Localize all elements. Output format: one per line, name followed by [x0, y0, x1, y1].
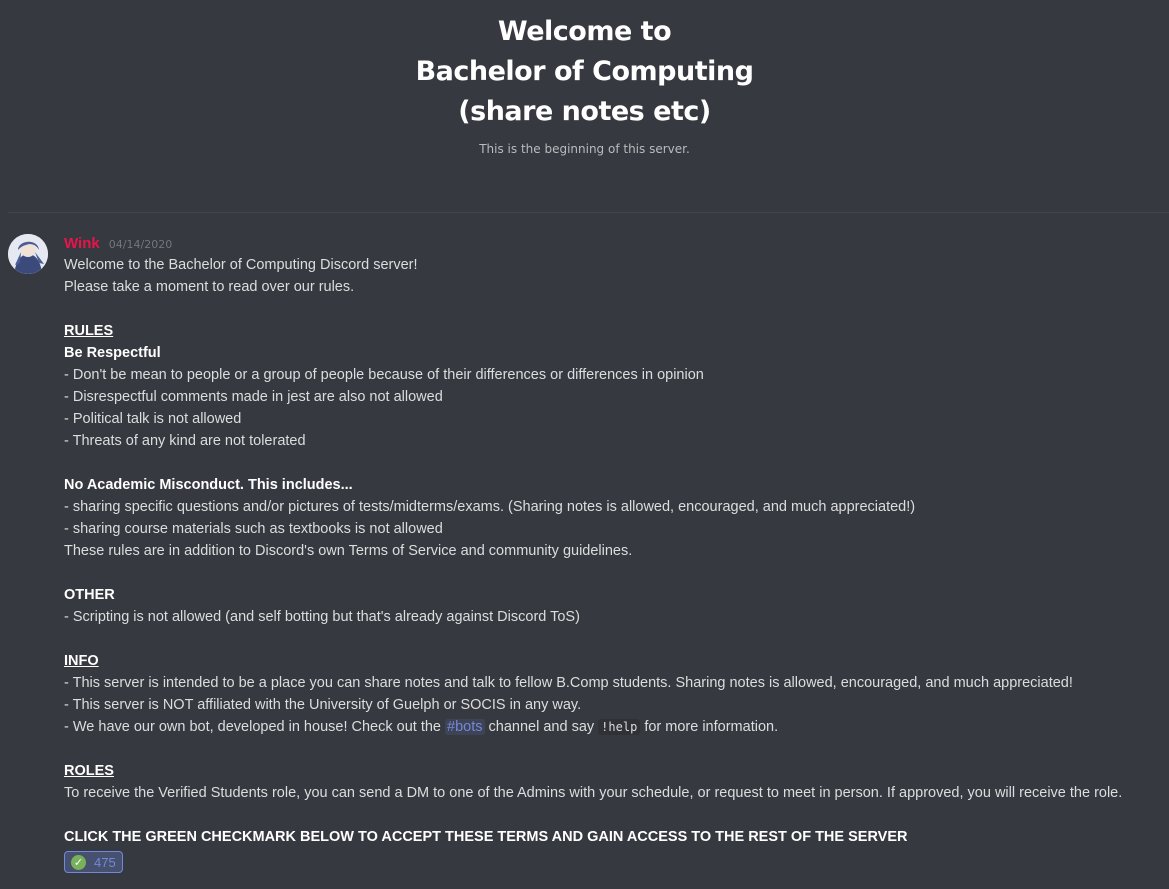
message-line: - Threats of any kind are not tolerated [64, 433, 306, 449]
message-line: - Political talk is not allowed [64, 411, 242, 427]
roles-heading-text: ROLES [64, 763, 114, 779]
channel-mention-bots[interactable]: #bots [445, 719, 485, 735]
author-name[interactable]: Wink [64, 235, 100, 252]
message-line-bot-info: - We have our own bot, developed in hous… [64, 716, 1164, 738]
message-line: - Scripting is not allowed (and self bot… [64, 609, 580, 625]
message-text: - We have our own bot, developed in hous… [64, 719, 446, 735]
message-line: Welcome to the Bachelor of Computing Dis… [64, 257, 418, 273]
rules-heading: RULES [64, 320, 1164, 342]
reaction-check-button[interactable]: ✓ 475 [64, 851, 123, 873]
message-header: Wink 04/14/2020 [64, 232, 1164, 254]
message-body: Wink 04/14/2020 Welcome to the Bachelor … [64, 232, 1164, 873]
rules-heading-text: RULES [64, 323, 114, 339]
other-heading-text: OTHER [64, 587, 115, 603]
roles-heading: ROLES [64, 760, 1164, 782]
reaction-count: 475 [94, 854, 116, 870]
cta-line: CLICK THE GREEN CHECKMARK BELOW TO ACCEP… [64, 826, 1164, 848]
other-heading: OTHER [64, 584, 1164, 606]
message-line: - Don't be mean to people or a group of … [64, 367, 704, 383]
academic-heading-text: No Academic Misconduct. This includes... [64, 477, 353, 493]
white-check-mark-icon: ✓ [71, 854, 86, 870]
message-line: - This server is NOT affiliated with the… [64, 697, 582, 713]
avatar-image-icon [8, 234, 48, 274]
message-line: To receive the Verified Students role, y… [64, 785, 1123, 801]
divider [8, 212, 1169, 213]
welcome-subtitle: This is the beginning of this server. [479, 142, 690, 156]
be-respectful-heading: Be Respectful [64, 342, 1164, 364]
academic-heading: No Academic Misconduct. This includes... [64, 474, 1164, 496]
welcome-title-line: Bachelor of Computing [415, 56, 754, 87]
message-text: for more information. [640, 719, 779, 735]
message-line: - This server is intended to be a place … [64, 675, 1073, 691]
message-text: channel and say [484, 719, 599, 735]
server-welcome-header: Welcome to Bachelor of Computing (share … [0, 10, 1169, 156]
welcome-title-line: Welcome to [497, 16, 672, 47]
message-line: - sharing course materials such as textb… [64, 521, 443, 537]
message-content: Welcome to the Bachelor of Computing Dis… [64, 254, 1164, 848]
cta-text: CLICK THE GREEN CHECKMARK BELOW TO ACCEP… [64, 829, 908, 845]
chat-view: Welcome to Bachelor of Computing (share … [0, 0, 1169, 889]
message-line: Please take a moment to read over our ru… [64, 279, 355, 295]
info-heading: INFO [64, 650, 1164, 672]
message-line: - sharing specific questions and/or pict… [64, 499, 916, 515]
message-line: These rules are in addition to Discord's… [64, 543, 633, 559]
message-line: - Disrespectful comments made in jest ar… [64, 389, 443, 405]
be-respectful-text: Be Respectful [64, 345, 161, 361]
welcome-title-line: (share notes etc) [458, 96, 711, 127]
avatar[interactable] [8, 234, 48, 274]
inline-code: !help [598, 719, 641, 735]
message-timestamp: 04/14/2020 [108, 238, 173, 251]
info-heading-text: INFO [64, 653, 99, 669]
welcome-title: Welcome to Bachelor of Computing (share … [0, 10, 1169, 132]
